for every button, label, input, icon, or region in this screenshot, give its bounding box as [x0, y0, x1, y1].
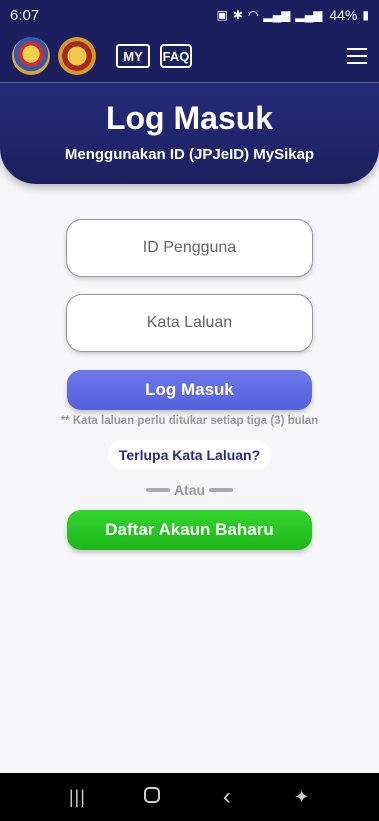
username-input[interactable]: ID Pengguna: [66, 219, 313, 277]
login-button[interactable]: Log Masuk: [67, 370, 312, 410]
jpj-emblem-icon: [58, 37, 96, 75]
recents-icon[interactable]: |||: [62, 787, 92, 808]
header-panel: Log Masuk Menggunakan ID (JPJeID) MySika…: [0, 82, 379, 184]
divider-line-left: [145, 488, 170, 492]
divider-label: Atau: [173, 482, 206, 498]
password-input[interactable]: Kata Laluan: [66, 294, 313, 352]
notification-icon: ▣: [216, 8, 228, 22]
register-button[interactable]: Daftar Akaun Baharu: [67, 510, 312, 550]
my-badge-icon[interactable]: MY: [116, 44, 150, 68]
bluetooth-icon: ✱: [232, 8, 243, 22]
battery-level: 44%: [329, 7, 358, 23]
status-icons: ▣ ✱ ◠ ▂▄▆ ▂▄▆ 44% ▮: [217, 7, 369, 23]
status-time: 6:07: [10, 6, 40, 24]
app-bar: MY FAQ: [0, 30, 379, 82]
system-nav-bar: ||| ‹ ✦: [0, 773, 379, 821]
home-button[interactable]: [137, 786, 167, 808]
status-bar: 6:07 ▣ ✱ ◠ ▂▄▆ ▂▄▆ 44% ▮: [0, 0, 379, 30]
hamburger-menu-icon[interactable]: [347, 48, 367, 64]
home-icon: [144, 786, 161, 803]
battery-icon: ▮: [362, 8, 369, 22]
signal-icon: ▂▄▆: [263, 8, 291, 22]
faq-bubble-icon[interactable]: FAQ: [160, 44, 192, 68]
page-subtitle: Menggunakan ID (JPJeID) MySikap: [64, 146, 315, 163]
coat-of-arms-icon: [12, 37, 50, 75]
back-icon[interactable]: ‹: [212, 783, 242, 811]
accessibility-icon[interactable]: ✦: [287, 787, 317, 808]
divider-line-right: [209, 488, 234, 492]
password-note: ** Kata laluan perlu ditukar setiap tiga…: [60, 415, 319, 427]
signal-icon-2: ▂▄▆: [295, 8, 323, 22]
forgot-password-link[interactable]: Terlupa Kata Laluan?: [108, 440, 271, 470]
wifi-icon: ◠: [247, 8, 259, 22]
page-title: Log Masuk: [105, 100, 274, 136]
or-divider: Atau: [0, 482, 379, 498]
